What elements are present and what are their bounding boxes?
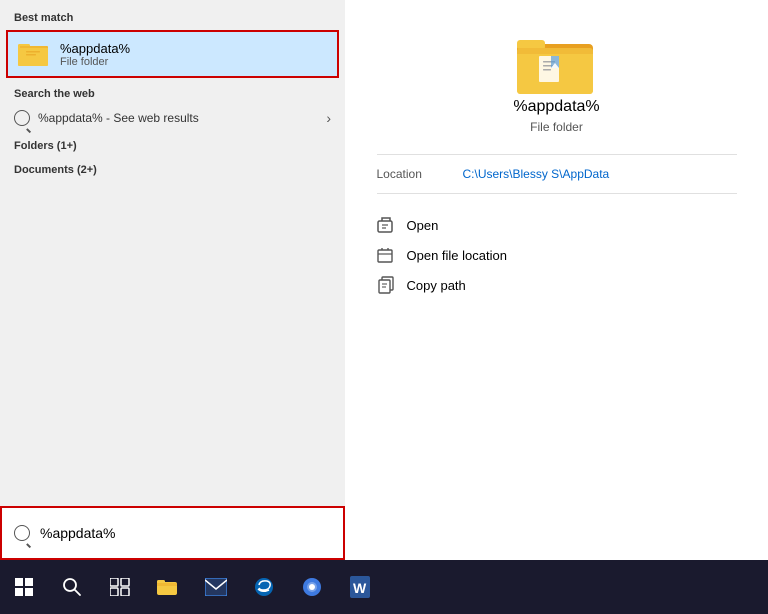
windows-logo-icon: [15, 578, 33, 596]
folders-label: Folders (1+): [0, 132, 345, 156]
task-view-icon: [110, 578, 130, 596]
divider-2: [377, 193, 737, 194]
open-label: Open: [407, 218, 439, 233]
search-bar-icon: [14, 525, 30, 541]
folder-icon-small: [18, 40, 50, 68]
divider-1: [377, 154, 737, 155]
taskbar: W: [0, 560, 768, 614]
chevron-right-icon: ›: [326, 110, 331, 126]
open-file-location-action[interactable]: Open file location: [377, 240, 737, 270]
search-input[interactable]: [40, 525, 331, 541]
task-view-button[interactable]: [96, 560, 144, 614]
open-icon: [377, 216, 395, 234]
detail-type: File folder: [530, 120, 583, 134]
chrome-button[interactable]: [288, 560, 336, 614]
open-file-location-icon: [377, 246, 395, 264]
taskbar-search-icon: [62, 577, 82, 597]
chrome-icon: [302, 577, 322, 597]
search-icon: [14, 110, 30, 126]
mail-icon: [205, 578, 227, 596]
folder-icon-large: [517, 30, 597, 98]
edge-icon: [254, 577, 274, 597]
start-button[interactable]: [0, 560, 48, 614]
search-web-text: %appdata% - See web results: [38, 111, 318, 125]
svg-text:W: W: [353, 580, 367, 596]
open-action[interactable]: Open: [377, 210, 737, 240]
detail-panel: %appdata% File folder Location C:\Users\…: [345, 0, 768, 560]
taskbar-search-button[interactable]: [48, 560, 96, 614]
best-match-name: %appdata%: [60, 41, 130, 56]
file-explorer-icon: [157, 577, 179, 597]
location-row: Location C:\Users\Blessy S\AppData: [377, 167, 737, 181]
copy-path-label: Copy path: [407, 278, 466, 293]
file-explorer-button[interactable]: [144, 560, 192, 614]
location-link[interactable]: C:\Users\Blessy S\AppData: [463, 167, 610, 181]
search-web-item[interactable]: %appdata% - See web results ›: [0, 104, 345, 132]
copy-path-icon: [377, 276, 395, 294]
open-file-location-label: Open file location: [407, 248, 507, 263]
location-label: Location: [377, 167, 447, 181]
mail-button[interactable]: [192, 560, 240, 614]
documents-label: Documents (2+): [0, 156, 345, 180]
best-match-text: %appdata% File folder: [60, 41, 130, 68]
best-match-item[interactable]: %appdata% File folder: [6, 30, 339, 78]
search-panel: Best match %appdata% File folder Search …: [0, 0, 345, 560]
word-icon: W: [350, 576, 370, 598]
detail-name: %appdata%: [513, 98, 599, 116]
search-web-label: Search the web: [0, 78, 345, 104]
edge-button[interactable]: [240, 560, 288, 614]
search-bar-container: [0, 506, 345, 560]
best-match-label: Best match: [0, 0, 345, 30]
best-match-type: File folder: [60, 56, 130, 68]
copy-path-action[interactable]: Copy path: [377, 270, 737, 300]
word-button[interactable]: W: [336, 560, 384, 614]
